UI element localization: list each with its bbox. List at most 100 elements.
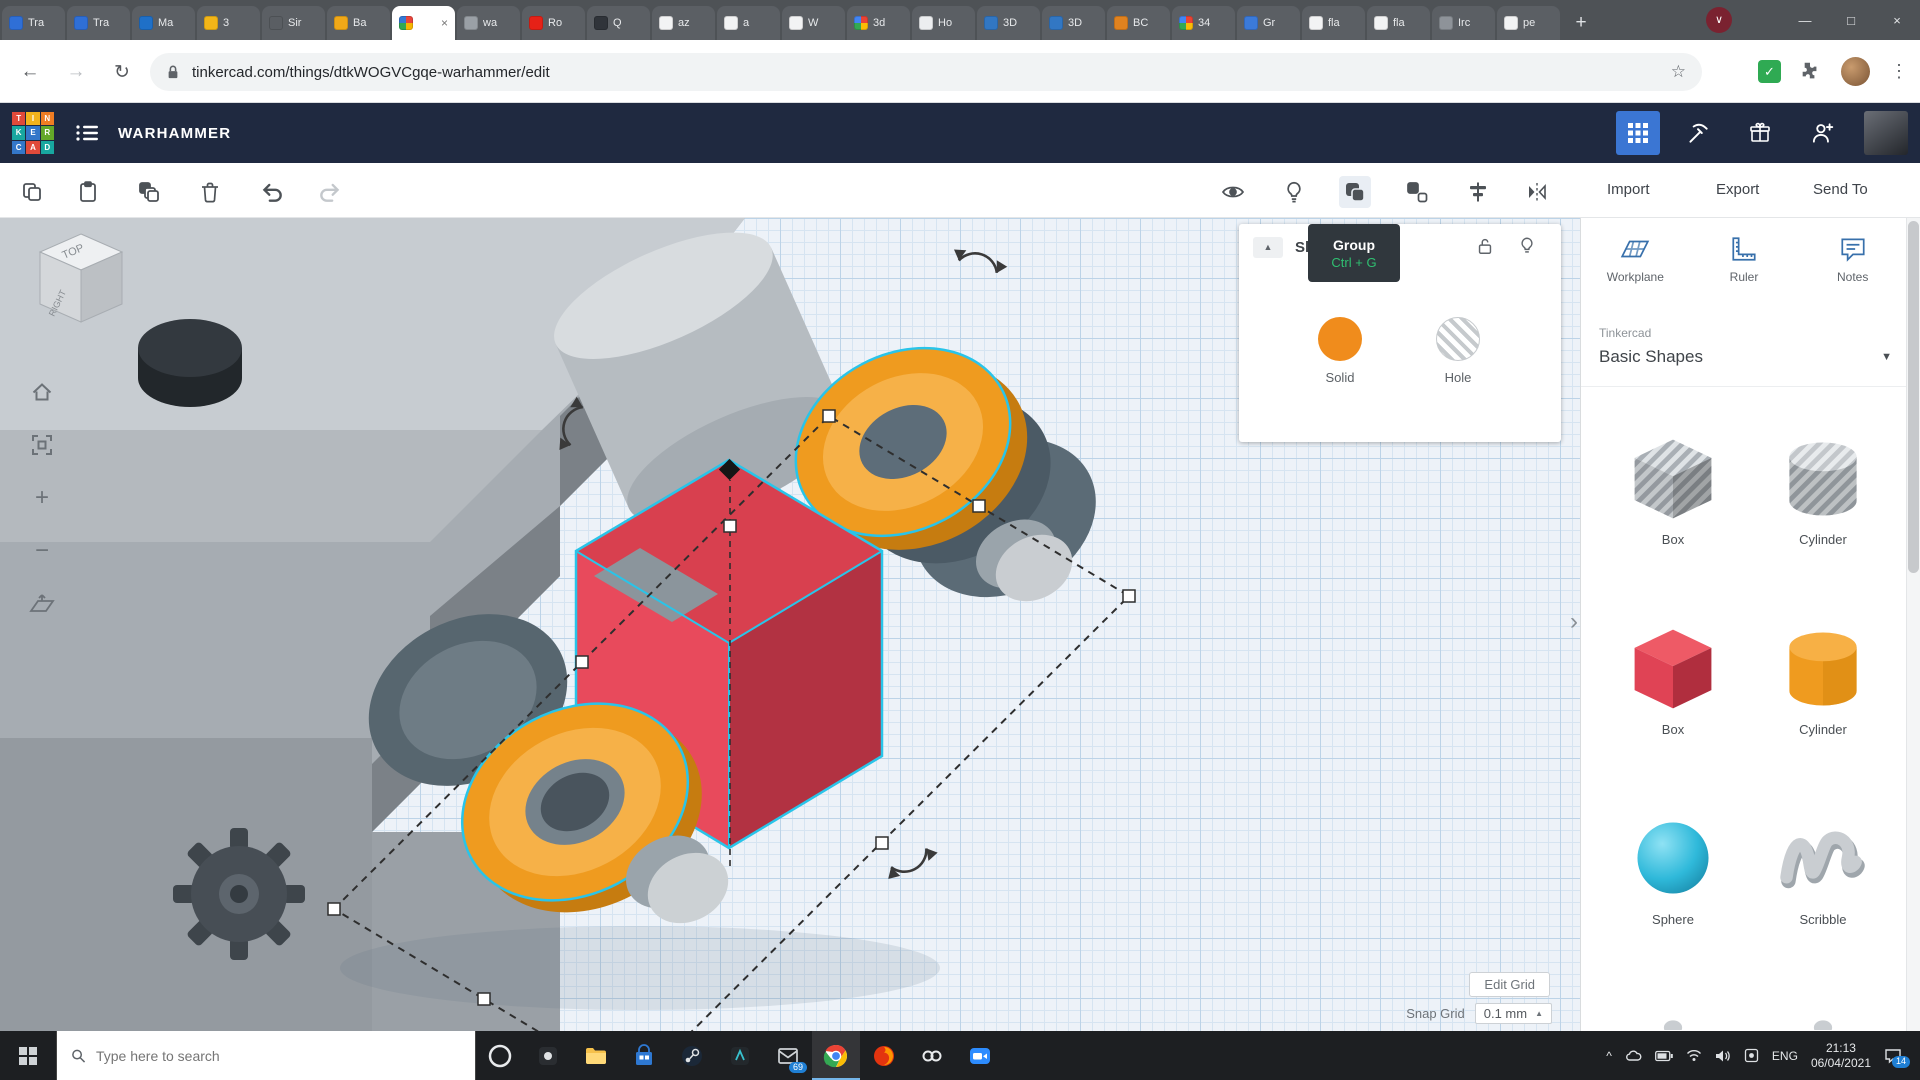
back-button[interactable]: ← [14, 56, 46, 88]
browser-tab[interactable]: a [717, 6, 780, 40]
category-caret-icon[interactable]: ▼ [1881, 351, 1892, 363]
lightbulb-icon[interactable] [1278, 176, 1310, 208]
browser-tab[interactable]: fla [1302, 6, 1365, 40]
browser-tab[interactable]: 3 [197, 6, 260, 40]
browser-tab[interactable]: Tra [67, 6, 130, 40]
shape-category-dropdown[interactable]: Basic Shapes [1599, 347, 1703, 367]
tab-search-button[interactable]: ∨ [1706, 7, 1732, 33]
window-maximize-button[interactable]: □ [1828, 0, 1874, 40]
shape-item[interactable] [1753, 1006, 1893, 1030]
zoom-out-button[interactable]: − [24, 533, 60, 569]
browser-tab[interactable]: Ba [327, 6, 390, 40]
scrollbar-thumb[interactable] [1908, 221, 1919, 573]
design-menu-icon[interactable] [76, 124, 98, 142]
view-cube[interactable]: TOP RIGHT [40, 234, 122, 322]
browser-tab[interactable]: Ro [522, 6, 585, 40]
design-title[interactable]: WARHAMMER [118, 125, 231, 142]
shape-item-sphere[interactable]: Sphere [1603, 810, 1743, 927]
microsoft-store-icon[interactable] [620, 1031, 668, 1080]
browser-tab[interactable]: Ma [132, 6, 195, 40]
shape-item-scribble[interactable]: Scribble [1753, 810, 1893, 927]
taskbar-clock[interactable]: 21:13 06/04/2021 [1811, 1041, 1871, 1071]
sidebar-scrollbar[interactable] [1906, 218, 1920, 1031]
gear-shape[interactable] [173, 828, 305, 960]
import-button[interactable]: Import [1607, 181, 1650, 198]
undo-button[interactable] [256, 176, 288, 208]
copy-button[interactable] [16, 176, 48, 208]
firefox-icon[interactable] [860, 1031, 908, 1080]
ungroup-button[interactable] [1401, 176, 1433, 208]
browser-tab[interactable]: az [652, 6, 715, 40]
tray-cloud-icon[interactable] [1625, 1049, 1642, 1063]
extensions-puzzle-icon[interactable] [1799, 60, 1821, 82]
gift-icon[interactable] [1738, 111, 1782, 155]
lock-icon[interactable] [1475, 236, 1495, 256]
browser-tab[interactable]: W [782, 6, 845, 40]
shape-item-hole-box[interactable]: Box [1603, 430, 1743, 547]
browser-tab[interactable]: fla [1367, 6, 1430, 40]
app-icon[interactable] [524, 1031, 572, 1080]
sidebar-collapse-chevron[interactable]: › [1570, 608, 1578, 636]
shape-item-cylinder[interactable]: Cylinder [1753, 620, 1893, 737]
window-close-button[interactable]: × [1874, 0, 1920, 40]
zoom-in-button[interactable]: + [24, 480, 60, 516]
browser-tab[interactable]: 3d [847, 6, 910, 40]
browser-tab[interactable]: 3D [977, 6, 1040, 40]
workplane-tool[interactable]: Workplane [1581, 234, 1690, 284]
tinkercad-logo[interactable]: T I N K E R C A D [12, 112, 54, 154]
shape-item[interactable] [1603, 1006, 1743, 1030]
file-explorer-icon[interactable] [572, 1031, 620, 1080]
bookmark-star-icon[interactable]: ☆ [1671, 62, 1686, 82]
tray-battery-icon[interactable] [1655, 1050, 1673, 1062]
browser-tab[interactable]: Sir [262, 6, 325, 40]
browser-tab[interactable]: Q [587, 6, 650, 40]
shape-item-hole-cylinder[interactable]: Cylinder [1753, 430, 1893, 547]
add-collaborator-icon[interactable] [1800, 111, 1844, 155]
fit-view-button[interactable] [24, 427, 60, 463]
browser-profile-avatar[interactable] [1841, 57, 1870, 86]
opera-icon[interactable] [476, 1031, 524, 1080]
language-indicator[interactable]: ENG [1772, 1049, 1798, 1063]
workplane-view-button[interactable] [24, 586, 60, 622]
browser-tab[interactable]: wa [457, 6, 520, 40]
tray-app-icon[interactable] [1744, 1048, 1759, 1063]
paste-button[interactable] [72, 176, 104, 208]
browser-tab[interactable]: Tra [2, 6, 65, 40]
scale-handle[interactable] [478, 993, 490, 1005]
rotate-handle-icon[interactable] [884, 845, 939, 883]
hole-swatch[interactable] [1436, 317, 1480, 361]
browser-tab[interactable]: pe [1497, 6, 1560, 40]
scale-handle[interactable] [724, 520, 736, 532]
shape-item-box[interactable]: Box [1603, 620, 1743, 737]
browser-menu-icon[interactable]: ⋮ [1884, 56, 1914, 86]
tab-close-icon[interactable]: × [441, 16, 448, 30]
home-view-button[interactable] [24, 374, 60, 410]
extension-check-icon[interactable]: ✓ [1758, 60, 1781, 83]
window-minimize-button[interactable]: — [1782, 0, 1828, 40]
scale-handle[interactable] [823, 410, 835, 422]
browser-tab[interactable]: 34 [1172, 6, 1235, 40]
browser-tab[interactable]: Ho [912, 6, 975, 40]
scale-handle[interactable] [1123, 590, 1135, 602]
site-info-lock-icon[interactable] [166, 64, 180, 80]
user-avatar[interactable] [1864, 111, 1908, 155]
redo-button[interactable] [314, 176, 346, 208]
video-camera-icon[interactable] [956, 1031, 1004, 1080]
browser-tab[interactable]: BC [1107, 6, 1170, 40]
tray-wifi-icon[interactable] [1686, 1049, 1702, 1062]
browser-tab-active[interactable]: × [392, 6, 455, 40]
scale-handle[interactable] [876, 837, 888, 849]
knob-cylinder[interactable] [138, 319, 242, 407]
pickaxe-icon[interactable] [1676, 111, 1720, 155]
hide-bulb-icon[interactable] [1517, 236, 1537, 256]
chrome-icon[interactable] [812, 1031, 860, 1080]
snap-grid-select[interactable]: 0.1 mm ▲ [1475, 1003, 1552, 1024]
infinity-app-icon[interactable] [908, 1031, 956, 1080]
taskbar-search[interactable] [56, 1031, 476, 1080]
send-to-button[interactable]: Send To [1813, 181, 1868, 198]
rotate-handle-icon[interactable] [951, 246, 1008, 276]
action-center-icon[interactable]: 14 [1884, 1048, 1902, 1064]
dashboard-grid-button[interactable] [1616, 111, 1660, 155]
taskbar-search-input[interactable] [96, 1048, 461, 1064]
address-bar[interactable]: tinkercad.com/things/dtkWOGVCgqe-warhamm… [150, 53, 1702, 91]
